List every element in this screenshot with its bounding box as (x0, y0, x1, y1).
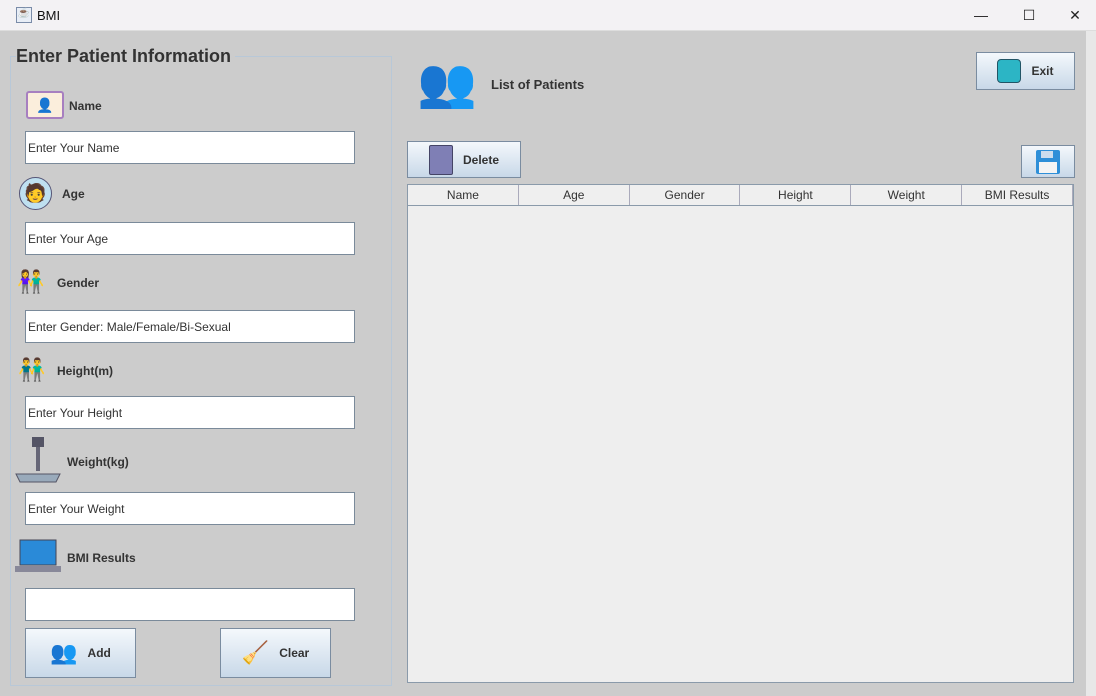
java-app-icon: ☕ (16, 7, 32, 23)
age-input[interactable] (25, 222, 355, 255)
column-header-weight[interactable]: Weight (851, 185, 963, 205)
gender-couple-icon: 👫 (17, 269, 45, 294)
column-header-gender[interactable]: Gender (629, 185, 741, 205)
maximize-button[interactable]: ☐ (1006, 0, 1052, 31)
height-input[interactable] (25, 396, 355, 429)
name-label: Name (69, 99, 102, 113)
column-header-height[interactable]: Height (740, 185, 852, 205)
delete-button-label: Delete (462, 152, 500, 167)
bmi-label: BMI Results (67, 551, 136, 565)
exit-door-icon (997, 59, 1022, 83)
patients-table[interactable]: Name Age Gender Height Weight BMI Result… (407, 184, 1074, 683)
name-input[interactable] (25, 131, 355, 164)
patients-group-icon: 👥 (417, 56, 477, 110)
delete-button[interactable]: Delete (407, 141, 521, 178)
weight-label: Weight(kg) (67, 455, 129, 469)
save-button[interactable] (1021, 145, 1075, 178)
column-header-name[interactable]: Name (408, 185, 519, 205)
trash-icon (428, 144, 453, 175)
window-right-edge (1086, 31, 1096, 696)
exit-button-label: Exit (1031, 64, 1054, 78)
gender-input[interactable] (25, 310, 355, 343)
id-card-icon: 👤 (26, 91, 64, 119)
form-heading: Enter Patient Information (16, 46, 236, 67)
title-bar: ☕ BMI — ☐ ✕ (0, 0, 1096, 31)
exit-button[interactable]: Exit (976, 52, 1075, 90)
column-header-bmi[interactable]: BMI Results (962, 185, 1073, 205)
patients-title: List of Patients (491, 77, 585, 92)
table-header: Name Age Gender Height Weight BMI Result… (408, 185, 1073, 206)
height-label: Height(m) (57, 364, 113, 378)
floppy-disk-icon (1036, 149, 1060, 174)
close-button[interactable]: ✕ (1052, 0, 1096, 31)
clear-button-label: Clear (279, 646, 310, 660)
minimize-button[interactable]: — (958, 0, 1004, 31)
broom-icon: 🧹 (241, 640, 270, 665)
window-title: BMI (37, 8, 61, 23)
add-button[interactable]: 👥 Add (25, 628, 136, 678)
add-user-icon: 👥 (50, 640, 78, 665)
weight-scale-icon (14, 436, 62, 486)
laptop-icon (14, 538, 62, 576)
clear-button[interactable]: 🧹 Clear (220, 628, 331, 678)
age-person-icon: 🧑 (19, 177, 52, 210)
age-label: Age (62, 187, 85, 201)
weight-input[interactable] (25, 492, 355, 525)
add-button-label: Add (87, 646, 111, 660)
gender-label: Gender (57, 276, 100, 290)
height-people-icon: 👬 (18, 357, 46, 382)
column-header-age[interactable]: Age (518, 185, 630, 205)
bmi-result-input[interactable] (25, 588, 355, 621)
